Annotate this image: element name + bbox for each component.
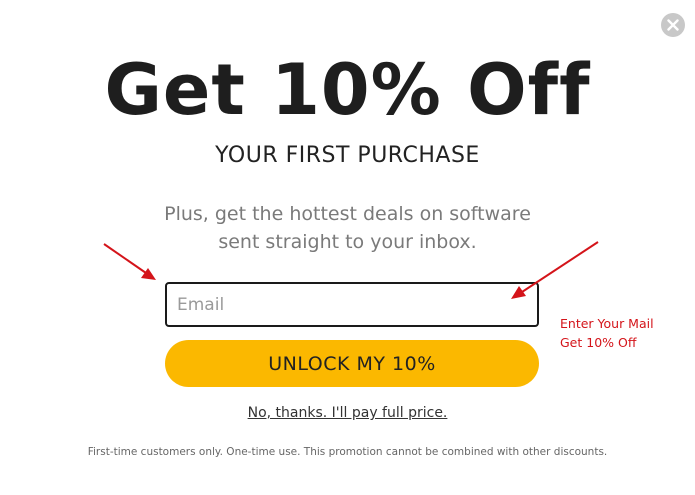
close-icon	[667, 19, 679, 31]
popup-headline: Get 10% Off	[104, 49, 591, 131]
annotation-line: Get 10% Off	[560, 335, 637, 350]
description-line: Plus, get the hottest deals on software	[164, 203, 531, 225]
close-button[interactable]	[661, 13, 685, 37]
popup-subheadline: YOUR FIRST PURCHASE	[215, 143, 480, 168]
description-line: sent straight to your inbox.	[218, 231, 477, 253]
email-input[interactable]	[165, 282, 539, 327]
unlock-button[interactable]: UNLOCK MY 10%	[165, 340, 539, 387]
annotation-note: Enter Your Mail Get 10% Off	[560, 314, 654, 352]
popup-description: Plus, get the hottest deals on software …	[0, 200, 695, 256]
annotation-line: Enter Your Mail	[560, 316, 654, 331]
decline-link[interactable]: No, thanks. I'll pay full price.	[0, 405, 695, 421]
discount-popup: Get 10% Off YOUR FIRST PURCHASE Plus, ge…	[0, 0, 695, 495]
promo-fineprint: First-time customers only. One-time use.…	[87, 446, 608, 458]
